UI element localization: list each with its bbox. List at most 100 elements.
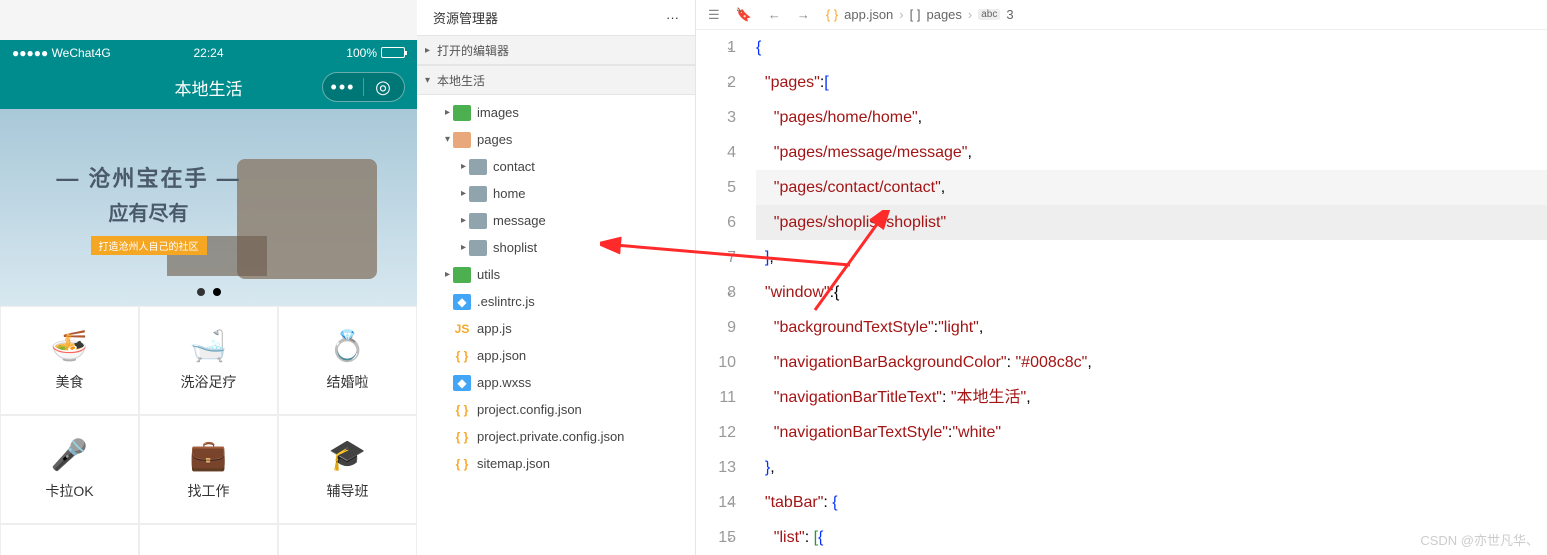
battery-icon bbox=[381, 47, 405, 58]
fold-icon[interactable]: ⌄ bbox=[726, 30, 734, 65]
chevron-icon: ▸ bbox=[445, 269, 453, 280]
line-gutter: 1⌄2⌄345678⌄91011121314⌄15⌄ bbox=[696, 30, 756, 555]
category-grid: 🍜 美食 🛁洗浴足疗💍结婚啦 🎤卡拉OK💼找工作 🎓 辅导班 🚚🏠🖌 bbox=[0, 306, 417, 555]
chevron-down-icon: ▾ bbox=[425, 75, 433, 86]
line-number: 5 bbox=[696, 170, 736, 205]
banner-subhead: 应有尽有 bbox=[109, 197, 189, 226]
file-name: project.config.json bbox=[477, 402, 582, 417]
capsule-button[interactable]: ••• ◎ bbox=[322, 72, 405, 102]
line-number: 15⌄ bbox=[696, 520, 736, 555]
file-name: .eslintrc.js bbox=[477, 294, 535, 309]
file-icon: ◆ bbox=[453, 375, 471, 391]
grid-cell[interactable]: 🖌 bbox=[278, 524, 417, 555]
bracket-icon: [ ] bbox=[910, 7, 921, 22]
category-label: 辅导班 bbox=[327, 481, 369, 501]
line-number: 7 bbox=[696, 240, 736, 275]
file-icon: { } bbox=[453, 402, 471, 418]
grid-cell[interactable]: 🎓 辅导班 bbox=[278, 415, 417, 524]
file-name: images bbox=[477, 105, 519, 120]
chevron-icon: ▸ bbox=[461, 161, 469, 172]
tree-item[interactable]: ▸ contact bbox=[417, 153, 695, 180]
file-name: home bbox=[493, 186, 526, 201]
chevron-icon: ▸ bbox=[461, 242, 469, 253]
fold-icon[interactable]: ⌄ bbox=[726, 485, 734, 520]
category-label: 洗浴足疗 bbox=[181, 372, 237, 392]
chevron-icon: ▸ bbox=[461, 188, 469, 199]
tree-item[interactable]: JSapp.js bbox=[417, 315, 695, 342]
category-icon: 💍 bbox=[329, 329, 366, 364]
grid-cell[interactable]: 🎤卡拉OK bbox=[0, 415, 139, 524]
close-icon[interactable]: ◎ bbox=[364, 77, 404, 98]
grid-cell[interactable]: 🚚 bbox=[0, 524, 139, 555]
tree-item[interactable]: ▸images bbox=[417, 99, 695, 126]
chevron-icon: ▸ bbox=[461, 215, 469, 226]
status-battery: 100% bbox=[274, 46, 405, 60]
watermark: CSDN @亦世凡华、 bbox=[1420, 530, 1539, 549]
file-name: pages bbox=[477, 132, 512, 147]
tree-item[interactable]: ▸shoplist bbox=[417, 234, 695, 261]
file-name: contact bbox=[493, 159, 535, 174]
file-icon: JS bbox=[453, 321, 471, 337]
code-area[interactable]: 1⌄2⌄345678⌄91011121314⌄15⌄ { "pages":[ "… bbox=[696, 30, 1547, 555]
tree-item[interactable]: { } sitemap.json bbox=[417, 450, 695, 477]
banner[interactable]: — 沧州宝在手 — 应有尽有 打造沧州人自己的社区 bbox=[0, 109, 417, 306]
tree-item[interactable]: { } app.json bbox=[417, 342, 695, 369]
tree-item[interactable]: ◆app.wxss bbox=[417, 369, 695, 396]
file-icon: { } bbox=[453, 348, 471, 364]
status-carrier: ●●●●● WeChat4G bbox=[12, 46, 143, 60]
file-tree: ▸images▾pages▸contact▸home▸message▸shopl… bbox=[417, 95, 695, 481]
line-number: 3 bbox=[696, 100, 736, 135]
category-icon: 🍜 bbox=[51, 329, 88, 364]
file-name: app.json bbox=[477, 348, 526, 363]
fold-icon[interactable]: ⌄ bbox=[726, 65, 734, 100]
tree-item[interactable]: ▸ utils bbox=[417, 261, 695, 288]
status-bar: ●●●●● WeChat4G 22:24 100% bbox=[0, 40, 417, 65]
abc-icon: abc bbox=[978, 9, 1000, 20]
json-file-icon: { } bbox=[826, 7, 838, 22]
grid-cell[interactable]: 🛁洗浴足疗 bbox=[139, 306, 278, 415]
menu-icon[interactable]: ••• bbox=[323, 77, 363, 98]
category-label: 卡拉OK bbox=[45, 481, 93, 501]
file-icon bbox=[469, 213, 487, 229]
tree-item[interactable]: ▸ home bbox=[417, 180, 695, 207]
code-content[interactable]: { "pages":[ "pages/home/home", "pages/me… bbox=[756, 30, 1547, 555]
file-name: sitemap.json bbox=[477, 456, 550, 471]
fold-icon[interactable]: ⌄ bbox=[726, 520, 734, 555]
banner-headline: — 沧州宝在手 — bbox=[56, 161, 240, 193]
grid-cell[interactable]: 💼找工作 bbox=[139, 415, 278, 524]
explorer-header: 资源管理器 ··· bbox=[417, 0, 695, 35]
file-explorer: 资源管理器 ··· ▸ 打开的编辑器 ▾ 本地生活 ▸images▾pages▸… bbox=[417, 0, 696, 555]
tree-item[interactable]: ▸message bbox=[417, 207, 695, 234]
nav-title: 本地生活 bbox=[175, 75, 243, 100]
file-icon bbox=[469, 159, 487, 175]
breadcrumb[interactable]: { } app.json › [ ] pages › abc 3 bbox=[826, 7, 1014, 22]
grid-cell[interactable]: 💍结婚啦 bbox=[278, 306, 417, 415]
grid-cell[interactable]: 🏠 bbox=[139, 524, 278, 555]
tree-item[interactable]: ◆.eslintrc.js bbox=[417, 288, 695, 315]
line-number: 2⌄ bbox=[696, 65, 736, 100]
tree-item[interactable]: ▾ pages bbox=[417, 126, 695, 153]
category-icon: 🎓 bbox=[329, 438, 366, 473]
line-number: 14⌄ bbox=[696, 485, 736, 520]
file-name: utils bbox=[477, 267, 500, 282]
fold-icon[interactable]: ⌄ bbox=[726, 275, 734, 310]
tree-item[interactable]: { }project.private.config.json bbox=[417, 423, 695, 450]
workspace-root[interactable]: ▾ 本地生活 bbox=[417, 65, 695, 95]
category-label: 美食 bbox=[56, 372, 84, 392]
file-icon bbox=[469, 240, 487, 256]
list-icon[interactable]: ☰ bbox=[708, 7, 720, 23]
dot[interactable] bbox=[197, 288, 205, 296]
open-editors-section[interactable]: ▸ 打开的编辑器 bbox=[417, 35, 695, 65]
bookmark-icon[interactable]: 🔖 bbox=[736, 7, 752, 23]
tree-item[interactable]: { } project.config.json bbox=[417, 396, 695, 423]
nav-forward-icon[interactable]: → bbox=[797, 7, 810, 22]
wechat-simulator: ●●●●● WeChat4G 22:24 100% 本地生活 ••• ◎ — 沧… bbox=[0, 0, 417, 555]
more-icon[interactable]: ··· bbox=[666, 10, 679, 25]
nav-bar: 本地生活 ••• ◎ bbox=[0, 65, 417, 109]
file-icon: { } bbox=[453, 456, 471, 472]
chevron-icon: ▾ bbox=[445, 134, 453, 145]
file-icon: { } bbox=[453, 429, 471, 445]
dot-active[interactable] bbox=[213, 288, 221, 296]
grid-cell[interactable]: 🍜 美食 bbox=[0, 306, 139, 415]
nav-back-icon[interactable]: ← bbox=[768, 7, 781, 22]
